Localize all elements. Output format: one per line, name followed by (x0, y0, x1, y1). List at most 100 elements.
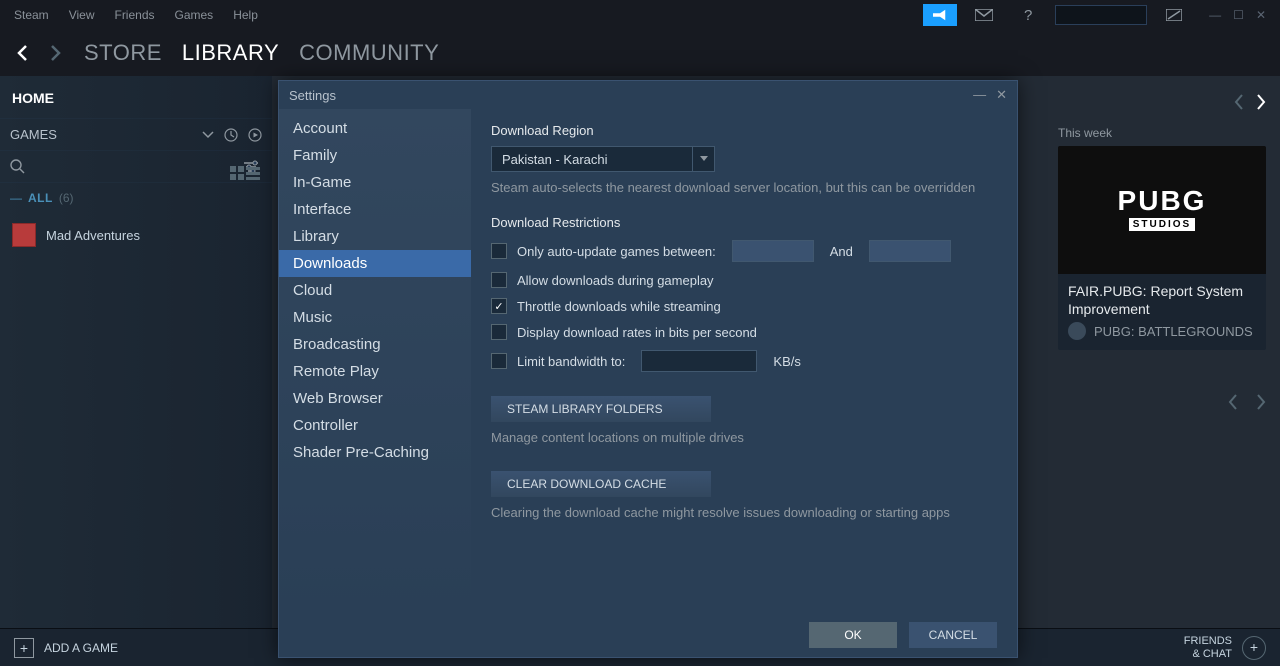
game-icon (12, 223, 36, 247)
nav-shader[interactable]: Shader Pre-Caching (279, 439, 471, 466)
search-icon (10, 159, 25, 174)
region-value: Pakistan - Karachi (492, 152, 692, 167)
close-icon[interactable]: ✕ (1256, 8, 1266, 22)
news-source-label: PUBG: BATTLEGROUNDS (1094, 324, 1253, 339)
news-title: FAIR.PUBG: Report System Improvement (1058, 274, 1266, 322)
news-next-icon[interactable] (1256, 94, 1266, 110)
friends-label: FRIENDS (1184, 635, 1232, 647)
chat-plus-icon: + (1242, 636, 1266, 660)
news-prev-icon[interactable] (1234, 94, 1244, 110)
cancel-button[interactable]: CANCEL (909, 622, 997, 648)
library-folders-button[interactable]: STEAM LIBRARY FOLDERS (491, 396, 711, 422)
settings-dialog: Settings — ✕ Account Family In-Game Inte… (278, 80, 1018, 658)
nav-downloads[interactable]: Downloads (279, 250, 471, 277)
limit-bw-checkbox[interactable] (491, 353, 507, 369)
menubar: Steam View Friends Games Help ? — ☐ ✕ (0, 0, 1280, 30)
pubg-logo-small: STUDIOS (1129, 218, 1195, 231)
download-region-title: Download Region (491, 123, 997, 138)
menu-help[interactable]: Help (233, 8, 258, 22)
dialog-close-icon[interactable]: ✕ (996, 87, 1007, 103)
and-label: And (830, 244, 853, 259)
restrictions-title: Download Restrictions (491, 215, 997, 230)
list-view-icon[interactable] (246, 166, 260, 180)
dialog-minimize-icon[interactable]: — (973, 87, 986, 103)
shelf-next-icon[interactable] (1256, 394, 1266, 410)
region-help: Steam auto-selects the nearest download … (491, 180, 997, 195)
ok-button[interactable]: OK (809, 622, 897, 648)
auto-update-checkbox[interactable] (491, 243, 507, 259)
announcement-icon[interactable] (923, 4, 957, 26)
fullscreen-icon[interactable] (1157, 4, 1191, 26)
clear-cache-button[interactable]: CLEAR DOWNLOAD CACHE (491, 471, 711, 497)
help-icon[interactable]: ? (1011, 4, 1045, 26)
bandwidth-input[interactable] (641, 350, 757, 372)
category-name: ALL (28, 191, 53, 205)
nav-family[interactable]: Family (279, 142, 471, 169)
nav-store[interactable]: STORE (84, 40, 162, 66)
sidebar-search-input[interactable] (25, 159, 244, 174)
nav-broadcasting[interactable]: Broadcasting (279, 331, 471, 358)
home-button[interactable]: HOME (10, 86, 262, 118)
settings-content: Download Region Pakistan - Karachi Steam… (471, 109, 1017, 613)
maximize-icon[interactable]: ☐ (1233, 8, 1244, 22)
friends-chat-button[interactable]: FRIENDS & CHAT + (1184, 635, 1266, 659)
menu-friends[interactable]: Friends (114, 8, 154, 22)
allow-gameplay-checkbox[interactable] (491, 272, 507, 288)
source-icon (1068, 322, 1086, 340)
add-game-label: ADD A GAME (44, 641, 118, 655)
throttle-stream-checkbox[interactable] (491, 298, 507, 314)
bits-rate-checkbox[interactable] (491, 324, 507, 340)
pubg-logo-big: PUBG (1118, 188, 1207, 213)
auto-update-label: Only auto-update games between: (517, 244, 716, 259)
time-to-input[interactable] (869, 240, 951, 262)
category-count: (6) (59, 191, 74, 205)
grid-view-icon[interactable] (230, 166, 244, 180)
nav-music[interactable]: Music (279, 304, 471, 331)
library-folders-help: Manage content locations on multiple dri… (491, 430, 997, 445)
nav-library[interactable]: Library (279, 223, 471, 250)
add-game-button[interactable]: + ADD A GAME (14, 638, 118, 658)
nav-library[interactable]: LIBRARY (182, 40, 279, 66)
nav-interface[interactable]: Interface (279, 196, 471, 223)
play-icon[interactable] (248, 128, 262, 142)
nav-account[interactable]: Account (279, 115, 471, 142)
settings-nav: Account Family In-Game Interface Library… (279, 109, 471, 613)
sidebar: HOME GAMES — ALL (6) Mad Adventures (0, 76, 272, 628)
nav-forward-icon[interactable] (46, 44, 64, 62)
clear-cache-help: Clearing the download cache might resolv… (491, 505, 997, 520)
games-header-label: GAMES (10, 127, 57, 142)
chevron-down-icon[interactable] (202, 131, 214, 139)
nav-controller[interactable]: Controller (279, 412, 471, 439)
nav-cloud[interactable]: Cloud (279, 277, 471, 304)
game-name: Mad Adventures (46, 228, 140, 243)
news-week-label: This week (1058, 126, 1266, 140)
nav-ingame[interactable]: In-Game (279, 169, 471, 196)
menu-steam[interactable]: Steam (14, 8, 49, 22)
bw-unit: KB/s (773, 354, 800, 369)
throttle-stream-label: Throttle downloads while streaming (517, 299, 721, 314)
news-card[interactable]: PUBG STUDIOS FAIR.PUBG: Report System Im… (1058, 146, 1266, 350)
nav-community[interactable]: COMMUNITY (299, 40, 439, 66)
game-item[interactable]: Mad Adventures (0, 213, 272, 257)
games-header[interactable]: GAMES (0, 118, 272, 151)
nav-back-icon[interactable] (14, 44, 32, 62)
dialog-title: Settings (289, 88, 336, 103)
region-select[interactable]: Pakistan - Karachi (491, 146, 715, 172)
top-search-input[interactable] (1055, 5, 1147, 25)
clock-icon[interactable] (224, 128, 238, 142)
time-from-input[interactable] (732, 240, 814, 262)
mail-icon[interactable] (967, 4, 1001, 26)
limit-bw-label: Limit bandwidth to: (517, 354, 625, 369)
nav-webbrowser[interactable]: Web Browser (279, 385, 471, 412)
dropdown-caret-icon (692, 147, 714, 171)
chat-label: & CHAT (1184, 648, 1232, 660)
nav-remoteplay[interactable]: Remote Play (279, 358, 471, 385)
minimize-icon[interactable]: — (1209, 8, 1221, 22)
shelf-prev-icon[interactable] (1228, 394, 1238, 410)
collapse-dash-icon: — (10, 191, 22, 205)
menu-view[interactable]: View (69, 8, 95, 22)
category-all[interactable]: — ALL (6) (0, 183, 272, 213)
menu-games[interactable]: Games (175, 8, 214, 22)
allow-gameplay-label: Allow downloads during gameplay (517, 273, 714, 288)
bits-rate-label: Display download rates in bits per secon… (517, 325, 757, 340)
